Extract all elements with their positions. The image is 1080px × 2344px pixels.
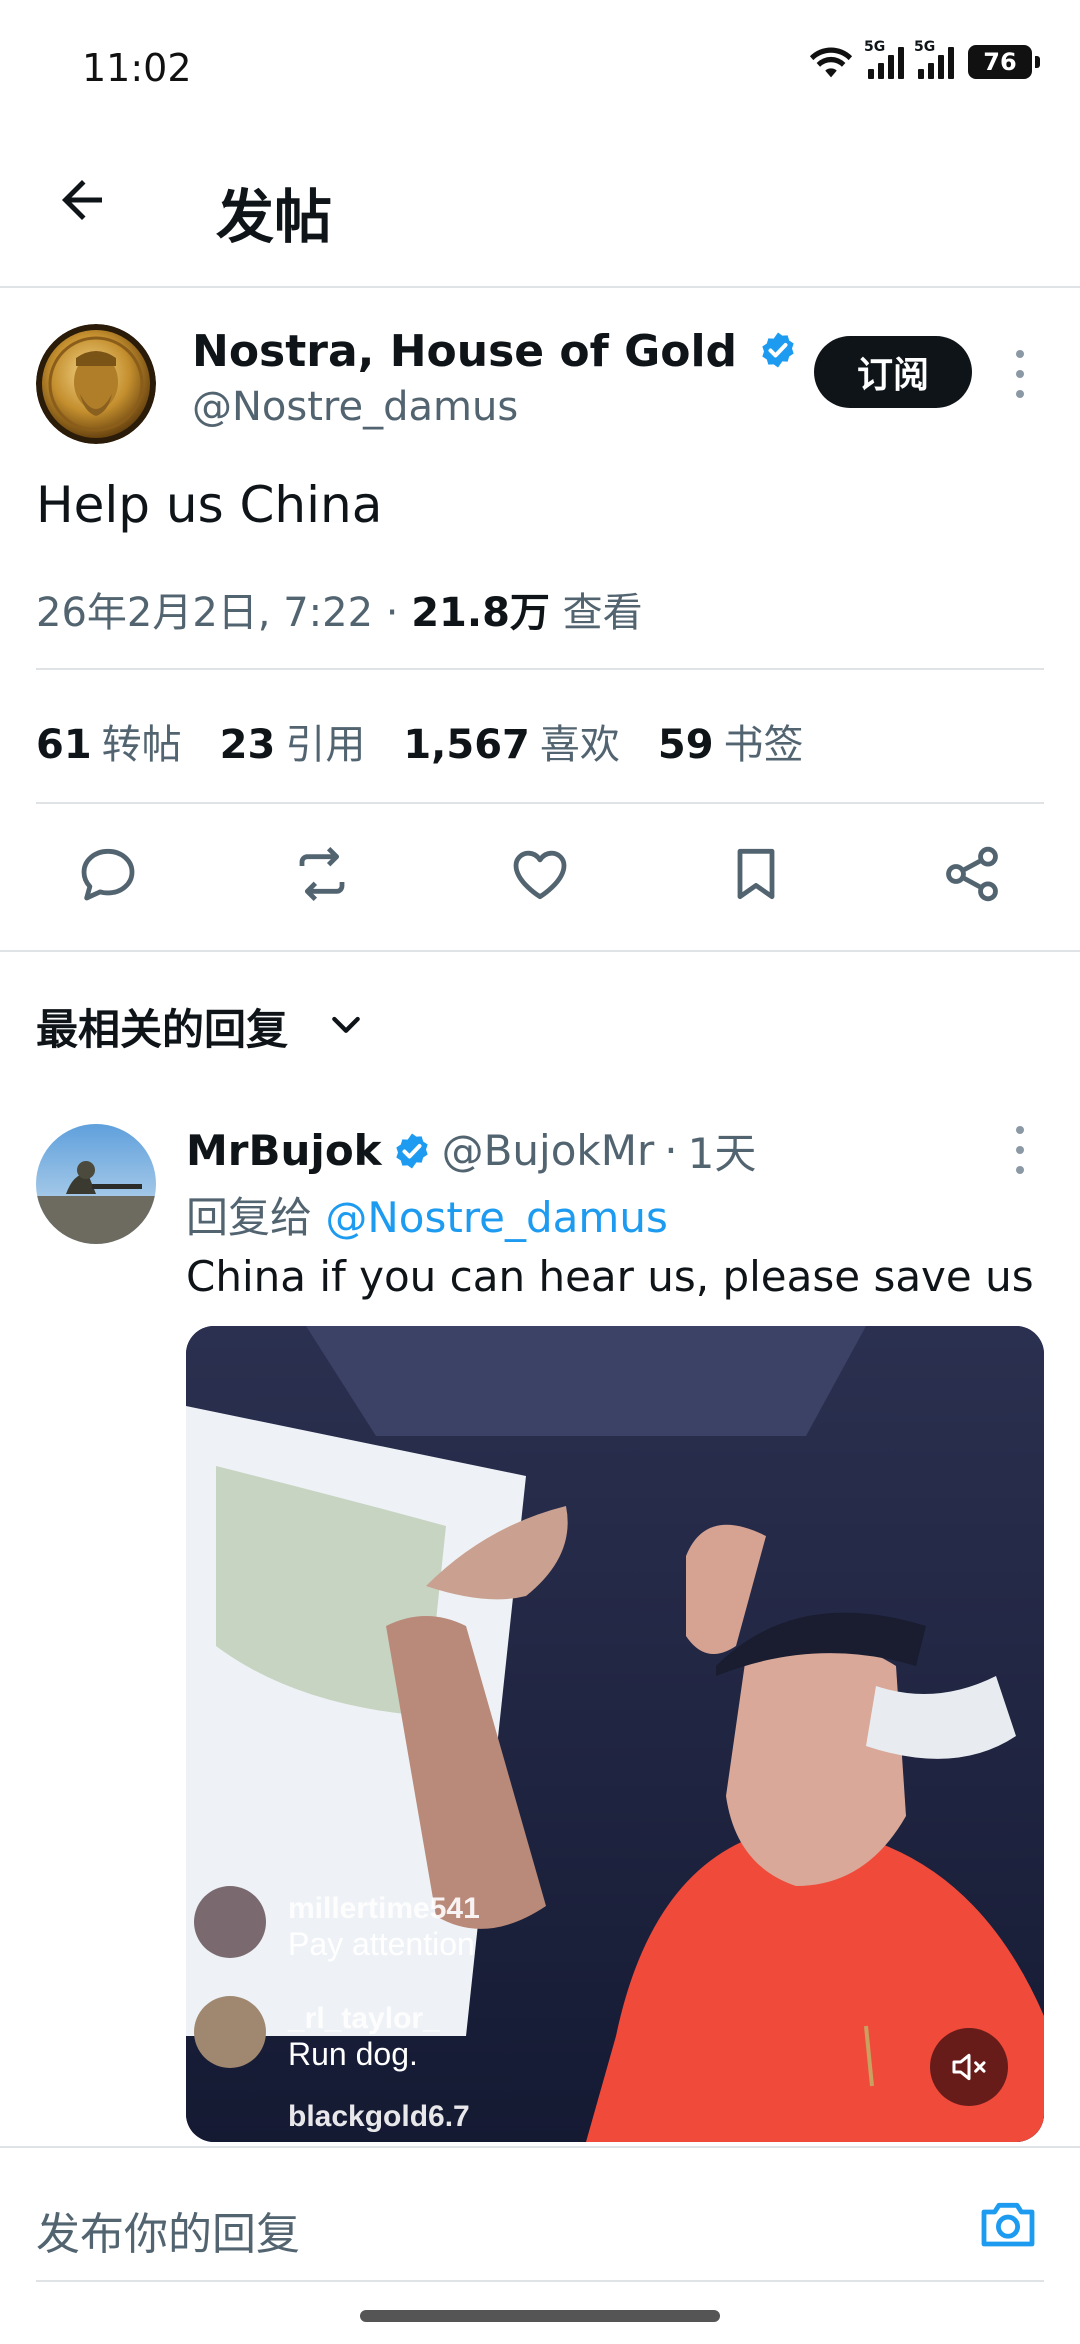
reply-text: China if you can hear us, please save us xyxy=(186,1252,1034,1301)
stat-reposts[interactable]: 61 转帖 xyxy=(36,712,182,770)
actions-divider xyxy=(0,950,1080,952)
reply-icon[interactable] xyxy=(76,842,140,906)
share-icon[interactable] xyxy=(940,842,1004,906)
post-timestamp: 26年2月2日, 7:22 xyxy=(36,590,374,636)
repost-icon[interactable] xyxy=(290,842,354,906)
reply-separator: · xyxy=(664,1126,678,1175)
post-stats: 61 转帖 23 引用 1,567 喜欢 59 书签 xyxy=(36,712,804,770)
status-icons: 5G 5G 76 xyxy=(808,39,1040,80)
reply-time: 1天 xyxy=(687,1129,757,1178)
chevron-down-icon[interactable] xyxy=(326,1004,366,1044)
views-label: 查看 xyxy=(562,590,643,636)
views-count: 21.8万 xyxy=(411,590,550,636)
reply-to-handle-link[interactable]: @Nostre_damus xyxy=(325,1193,667,1242)
stat-likes[interactable]: 1,567 喜欢 xyxy=(403,712,620,770)
header-divider xyxy=(0,286,1080,288)
more-options-icon[interactable] xyxy=(1010,350,1030,398)
signal-icon: 5G xyxy=(914,39,954,79)
composer-underline xyxy=(36,2280,1044,2282)
wifi-icon xyxy=(809,47,853,78)
home-indicator[interactable] xyxy=(360,2310,720,2322)
battery-icon: 76 xyxy=(968,45,1040,79)
stats-divider xyxy=(36,802,1044,804)
camera-icon[interactable] xyxy=(976,2192,1040,2256)
replies-sort-title[interactable]: 最相关的回复 xyxy=(36,996,288,1057)
verified-badge-icon xyxy=(395,1133,428,1168)
stat-quotes[interactable]: 23 引用 xyxy=(220,712,366,770)
volume-mute-icon xyxy=(952,2053,986,2081)
reply-composer-input[interactable]: 发布你的回复 xyxy=(36,2198,300,2262)
reply-author-name[interactable]: MrBujok xyxy=(186,1126,382,1175)
reply-header: MrBujok @BujokMr · 1天 xyxy=(186,1120,756,1181)
back-arrow-icon[interactable] xyxy=(52,170,112,230)
reply-to-label: 回复给 xyxy=(186,1193,313,1242)
bookmark-icon[interactable] xyxy=(724,842,788,906)
post-meta: 26年2月2日, 7:22 · 21.8万 查看 xyxy=(36,590,643,636)
like-icon[interactable] xyxy=(508,842,572,906)
reply-avatar[interactable] xyxy=(36,1124,156,1244)
video-chat-message: blackgold6.7 xyxy=(288,2100,470,2133)
page-title: 发帖 xyxy=(216,183,333,251)
reply-more-options-icon[interactable] xyxy=(1010,1126,1030,1174)
reply-author-handle[interactable]: @BujokMr xyxy=(442,1126,655,1175)
signal-icon: 5G xyxy=(864,39,904,79)
reply-to-line: 回复给 @Nostre_damus xyxy=(186,1184,668,1245)
mute-button[interactable] xyxy=(930,2028,1008,2106)
post-text: Help us China xyxy=(36,476,383,534)
author-avatar[interactable] xyxy=(36,324,156,444)
author-handle[interactable]: @Nostre_damus xyxy=(192,384,518,430)
reply-video[interactable]: millertime541 Pay attention _rl_taylor_ … xyxy=(186,1326,1044,2142)
chat-avatar xyxy=(194,1886,266,1958)
meta-divider xyxy=(36,668,1044,670)
verified-badge-icon xyxy=(762,332,795,368)
status-time: 11:02 xyxy=(82,46,192,90)
chat-avatar xyxy=(194,1996,266,2068)
composer-divider xyxy=(0,2146,1080,2148)
author-name[interactable]: Nostra, House of Gold xyxy=(192,326,798,377)
author-name-text: Nostra, House of Gold xyxy=(192,326,738,377)
subscribe-button[interactable]: 订阅 xyxy=(814,336,972,408)
stat-bookmarks[interactable]: 59 书签 xyxy=(658,712,804,770)
